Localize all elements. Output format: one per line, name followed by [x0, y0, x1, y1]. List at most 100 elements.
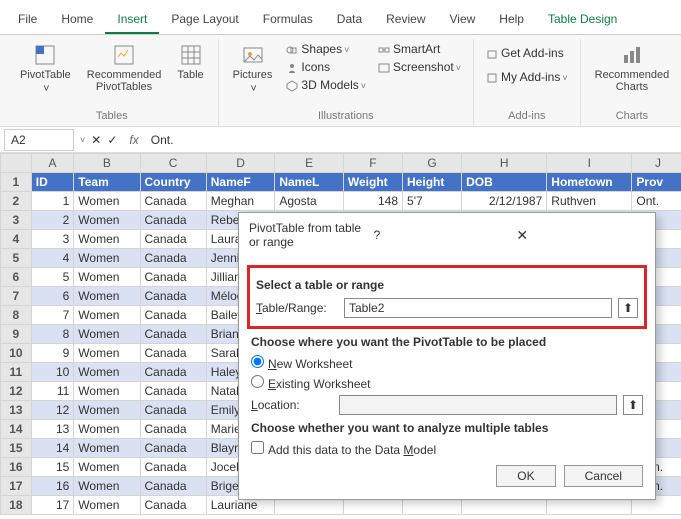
- cell[interactable]: Ruthven: [547, 192, 632, 211]
- recommended-pivottables-button[interactable]: Recommended PivotTables: [81, 39, 168, 97]
- cell[interactable]: Women: [74, 211, 140, 230]
- pivottable-button[interactable]: PivotTable˅: [14, 39, 77, 99]
- cell[interactable]: 9: [31, 344, 74, 363]
- table-header-cell[interactable]: NameL: [275, 173, 344, 192]
- cell[interactable]: Canada: [140, 268, 206, 287]
- select-all[interactable]: [1, 154, 32, 173]
- cell[interactable]: 16: [31, 477, 74, 496]
- close-button[interactable]: ✕: [512, 227, 645, 244]
- cell[interactable]: Canada: [140, 344, 206, 363]
- cell[interactable]: Women: [74, 401, 140, 420]
- smartart-button[interactable]: SmartArt: [378, 41, 461, 57]
- table-header-cell[interactable]: Country: [140, 173, 206, 192]
- col-header[interactable]: B: [74, 154, 140, 173]
- cell[interactable]: Canada: [140, 230, 206, 249]
- 3dmodels-button[interactable]: 3D Models˅: [286, 77, 366, 93]
- cell[interactable]: Canada: [140, 382, 206, 401]
- cancel-button[interactable]: Cancel: [564, 465, 643, 487]
- cell[interactable]: 2/12/1987: [462, 192, 547, 211]
- cell[interactable]: 17: [31, 496, 74, 515]
- formula-input[interactable]: Ont.: [145, 130, 681, 150]
- cell[interactable]: Canada: [140, 306, 206, 325]
- row-header[interactable]: 17: [1, 477, 32, 496]
- tab-tabledesign[interactable]: Table Design: [536, 6, 629, 34]
- row-header[interactable]: 4: [1, 230, 32, 249]
- fx-icon[interactable]: fx: [123, 133, 144, 147]
- cell[interactable]: Canada: [140, 211, 206, 230]
- icons-button[interactable]: Icons: [286, 59, 366, 75]
- cell[interactable]: Women: [74, 249, 140, 268]
- col-header[interactable]: C: [140, 154, 206, 173]
- cell[interactable]: 8: [31, 325, 74, 344]
- table-header-cell[interactable]: Height: [403, 173, 462, 192]
- cell[interactable]: 5: [31, 268, 74, 287]
- cell[interactable]: Women: [74, 420, 140, 439]
- cell[interactable]: Women: [74, 192, 140, 211]
- pictures-button[interactable]: Pictures˅: [227, 39, 279, 99]
- cell[interactable]: 12: [31, 401, 74, 420]
- cell[interactable]: Women: [74, 477, 140, 496]
- cell[interactable]: 14: [31, 439, 74, 458]
- cell[interactable]: Women: [74, 363, 140, 382]
- tab-view[interactable]: View: [438, 6, 488, 34]
- cell[interactable]: Women: [74, 439, 140, 458]
- row-header[interactable]: 16: [1, 458, 32, 477]
- cell[interactable]: Canada: [140, 477, 206, 496]
- cell[interactable]: Canada: [140, 401, 206, 420]
- cell[interactable]: 4: [31, 249, 74, 268]
- tab-insert[interactable]: Insert: [105, 6, 159, 34]
- row-header[interactable]: 9: [1, 325, 32, 344]
- row-header[interactable]: 14: [1, 420, 32, 439]
- cell[interactable]: Canada: [140, 458, 206, 477]
- cell[interactable]: 2: [31, 211, 74, 230]
- tab-home[interactable]: Home: [49, 6, 105, 34]
- cell[interactable]: 10: [31, 363, 74, 382]
- row-header[interactable]: 18: [1, 496, 32, 515]
- row-header[interactable]: 11: [1, 363, 32, 382]
- cell[interactable]: 148: [343, 192, 402, 211]
- row-header[interactable]: 8: [1, 306, 32, 325]
- name-box[interactable]: A2: [4, 129, 74, 151]
- tab-pagelayout[interactable]: Page Layout: [159, 6, 250, 34]
- row-header[interactable]: 12: [1, 382, 32, 401]
- cell[interactable]: Women: [74, 268, 140, 287]
- table-header-cell[interactable]: NameF: [206, 173, 275, 192]
- cell[interactable]: Canada: [140, 325, 206, 344]
- cell[interactable]: Women: [74, 344, 140, 363]
- cell[interactable]: 3: [31, 230, 74, 249]
- cancel-icon[interactable]: ✕: [91, 133, 101, 147]
- help-button[interactable]: ?: [374, 228, 499, 242]
- table-header-cell[interactable]: DOB: [462, 173, 547, 192]
- screenshot-button[interactable]: Screenshot˅: [378, 59, 461, 75]
- getaddins-button[interactable]: Get Add-ins: [486, 45, 568, 61]
- col-header[interactable]: J: [632, 154, 681, 173]
- new-worksheet-radio[interactable]: New WorksheetNew Worksheet: [251, 355, 352, 371]
- col-header[interactable]: H: [462, 154, 547, 173]
- range-picker-button[interactable]: ⬆: [618, 298, 638, 318]
- table-header-cell[interactable]: Weight: [343, 173, 402, 192]
- col-header[interactable]: I: [547, 154, 632, 173]
- existing-worksheet-radio[interactable]: Existing WorksheetExisting Worksheet: [251, 375, 371, 391]
- cell[interactable]: Women: [74, 496, 140, 515]
- row-header[interactable]: 13: [1, 401, 32, 420]
- cell[interactable]: Ont.: [632, 192, 681, 211]
- cell[interactable]: Canada: [140, 496, 206, 515]
- cell[interactable]: Canada: [140, 420, 206, 439]
- row-header[interactable]: 6: [1, 268, 32, 287]
- row-header[interactable]: 2: [1, 192, 32, 211]
- myaddins-button[interactable]: My Add-ins˅: [486, 69, 568, 85]
- row-header[interactable]: 10: [1, 344, 32, 363]
- table-button[interactable]: Table: [171, 39, 209, 85]
- ok-button[interactable]: OK: [496, 465, 555, 487]
- cell[interactable]: Canada: [140, 192, 206, 211]
- cell[interactable]: 1: [31, 192, 74, 211]
- shapes-button[interactable]: Shapes˅: [286, 41, 366, 57]
- row-header[interactable]: 3: [1, 211, 32, 230]
- col-header[interactable]: A: [31, 154, 74, 173]
- location-picker-button[interactable]: ⬆: [623, 395, 643, 415]
- cell[interactable]: Women: [74, 287, 140, 306]
- cell[interactable]: 7: [31, 306, 74, 325]
- cell[interactable]: 13: [31, 420, 74, 439]
- table-header-cell[interactable]: Hometown: [547, 173, 632, 192]
- tablerange-input[interactable]: [344, 298, 612, 318]
